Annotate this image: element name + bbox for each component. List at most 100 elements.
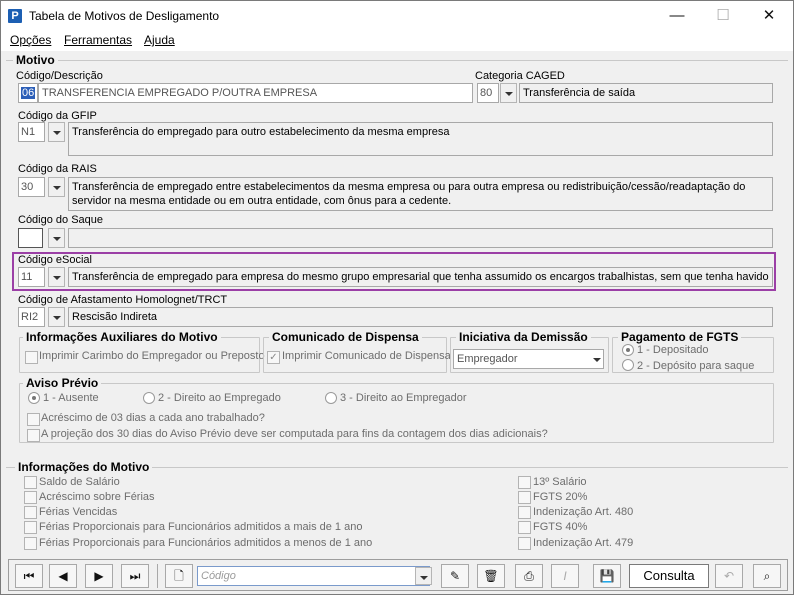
title-bar: P Tabela de Motivos de Desligamento — ☐ …: [1, 1, 793, 31]
saque-code[interactable]: [18, 228, 43, 248]
menu-opcoes[interactable]: Opções: [10, 33, 51, 47]
info-label-13: 13º Salário: [533, 476, 587, 488]
esocial-label: Código eSocial: [18, 254, 92, 266]
aux-group-title: Informações Auxiliares do Motivo: [23, 330, 221, 344]
comunicado-checkbox[interactable]: ✓: [267, 351, 280, 364]
iniciativa-select[interactable]: Empregador: [453, 349, 604, 369]
saque-description: [68, 228, 773, 248]
info-checkbox-fgts20[interactable]: [518, 491, 531, 504]
gfip-code[interactable]: N1: [18, 122, 45, 142]
info-checkbox-fgts40[interactable]: [518, 521, 531, 534]
navigation-toolbar: ⏮ ◀ ▶ ⏭ 🗋 Código ✎ 🗑 ⎙ I 💾 Consulta ↶ ⌕: [8, 559, 788, 591]
info-section-title: Informações do Motivo: [15, 460, 153, 474]
info-checkbox-acrescimo[interactable]: [24, 491, 37, 504]
first-record-icon[interactable]: ⏮: [15, 564, 43, 588]
esocial-code[interactable]: 11: [18, 267, 45, 287]
aviso-radio-ausente[interactable]: [28, 392, 40, 404]
saque-label: Código do Saque: [18, 214, 104, 226]
info-label-acrescimo: Acréscimo sobre Férias: [39, 491, 155, 503]
aviso-radio-empregado[interactable]: [143, 392, 155, 404]
codigo-descricao-label: Código/Descrição: [16, 70, 103, 82]
info-label-art480: Indenização Art. 480: [533, 506, 634, 518]
rais-dropdown-button[interactable]: [48, 177, 65, 197]
aviso-radio-empregador[interactable]: [325, 392, 337, 404]
gfip-label: Código da GFIP: [18, 110, 97, 122]
aviso-group-title: Aviso Prévio: [23, 376, 102, 390]
projecao-label: A projeção dos 30 dias do Aviso Prévio d…: [41, 428, 548, 440]
italic-icon[interactable]: I: [551, 564, 579, 588]
acrescimo-label: Acréscimo de 03 dias a cada ano trabalha…: [41, 412, 265, 424]
undo-icon[interactable]: ↶: [715, 564, 743, 588]
carimbo-checkbox[interactable]: [25, 351, 38, 364]
gfip-description: Transferência do empregado para outro es…: [68, 122, 773, 156]
codigo-combo-chevron-down-icon[interactable]: [415, 567, 432, 585]
fgts-radio-depositado[interactable]: [622, 344, 634, 356]
info-label-fgts20: FGTS 20%: [533, 491, 588, 503]
delete-trash-icon[interactable]: 🗑: [477, 564, 505, 588]
main-window: P Tabela de Motivos de Desligamento — ☐ …: [0, 0, 794, 595]
codigo-input[interactable]: 06: [18, 83, 38, 103]
esocial-description: Transferência de empregado para empresa …: [68, 267, 773, 287]
info-checkbox-saldo[interactable]: [24, 476, 37, 489]
print-icon[interactable]: ⎙: [515, 564, 543, 588]
afastamento-code[interactable]: RI2: [18, 307, 45, 327]
comunicado-group-title: Comunicado de Dispensa: [269, 330, 422, 344]
caged-code[interactable]: 80: [477, 83, 499, 103]
aviso-option-2: 2 - Direito ao Empregado: [158, 392, 281, 404]
menu-ferramentas[interactable]: Ferramentas: [64, 33, 132, 47]
window-title: Tabela de Motivos de Desligamento: [29, 9, 220, 23]
info-label-art479: Indenização Art. 479: [533, 537, 634, 549]
info-label-vencidas: Férias Vencidas: [39, 506, 118, 518]
menu-ajuda[interactable]: Ajuda: [144, 33, 175, 47]
edit-icon[interactable]: ✎: [441, 564, 469, 588]
previous-record-icon[interactable]: ◀: [49, 564, 77, 588]
info-label-prop-mais: Férias Proporcionais para Funcionários a…: [39, 521, 363, 533]
next-record-icon[interactable]: ▶: [85, 564, 113, 588]
codigo-search-combo[interactable]: Código: [197, 566, 430, 586]
toolbar-separator: [157, 564, 158, 588]
info-checkbox-art480[interactable]: [518, 506, 531, 519]
rais-code[interactable]: 30: [18, 177, 45, 197]
gfip-dropdown-button[interactable]: [48, 122, 65, 142]
rais-description: Transferência de empregado entre estabel…: [68, 177, 773, 211]
info-checkbox-vencidas[interactable]: [24, 506, 37, 519]
saque-dropdown-button[interactable]: [48, 228, 65, 248]
aviso-option-3: 3 - Direito ao Empregador: [340, 392, 467, 404]
projecao-checkbox[interactable]: [27, 429, 40, 442]
info-checkbox-art479[interactable]: [518, 537, 531, 550]
afastamento-dropdown-button[interactable]: [48, 307, 65, 327]
menu-bar: Opções Ferramentas Ajuda: [1, 31, 793, 51]
info-label-fgts40: FGTS 40%: [533, 521, 588, 533]
carimbo-label: Imprimir Carimbo do Empregador ou Prepos…: [39, 350, 265, 362]
caged-description: Transferência de saída: [519, 83, 773, 103]
close-button[interactable]: ✕: [746, 1, 792, 31]
iniciativa-chevron-down-icon: [589, 350, 606, 368]
new-document-icon[interactable]: 🗋: [165, 564, 193, 588]
esocial-dropdown-button[interactable]: [48, 267, 65, 287]
maximize-button[interactable]: ☐: [700, 1, 746, 31]
info-checkbox-prop-menos[interactable]: [24, 537, 37, 550]
descricao-input[interactable]: TRANSFERENCIA EMPREGADO P/OUTRA EMPRESA: [38, 83, 473, 103]
fgts-radio-saque[interactable]: [622, 359, 634, 371]
codigo-value: 06: [21, 87, 36, 99]
info-checkbox-13[interactable]: [518, 476, 531, 489]
caged-label: Categoria CAGED: [475, 70, 565, 82]
comunicado-label: Imprimir Comunicado de Dispensa: [282, 350, 451, 362]
minimize-button[interactable]: —: [654, 1, 700, 31]
info-checkbox-prop-mais[interactable]: [24, 521, 37, 534]
acrescimo-checkbox[interactable]: [27, 413, 40, 426]
save-icon[interactable]: 💾: [593, 564, 621, 588]
binoculars-search-icon[interactable]: ⌕: [753, 564, 781, 588]
afastamento-label: Código de Afastamento Homolognet/TRCT: [18, 294, 228, 306]
iniciativa-group-title: Iniciativa da Demissão: [456, 330, 591, 344]
last-record-icon[interactable]: ⏭: [121, 564, 149, 588]
app-icon: P: [8, 9, 22, 23]
motivo-divider: [6, 60, 788, 61]
info-label-saldo: Saldo de Salário: [39, 476, 120, 488]
fgts-group-title: Pagamento de FGTS: [618, 330, 742, 344]
caged-dropdown-button[interactable]: [500, 83, 517, 103]
fgts-option-1: 1 - Depositado: [637, 344, 709, 356]
rais-label: Código da RAIS: [18, 163, 97, 175]
fgts-option-2: 2 - Depósito para saque: [637, 360, 755, 372]
consulta-button[interactable]: Consulta: [629, 564, 709, 588]
